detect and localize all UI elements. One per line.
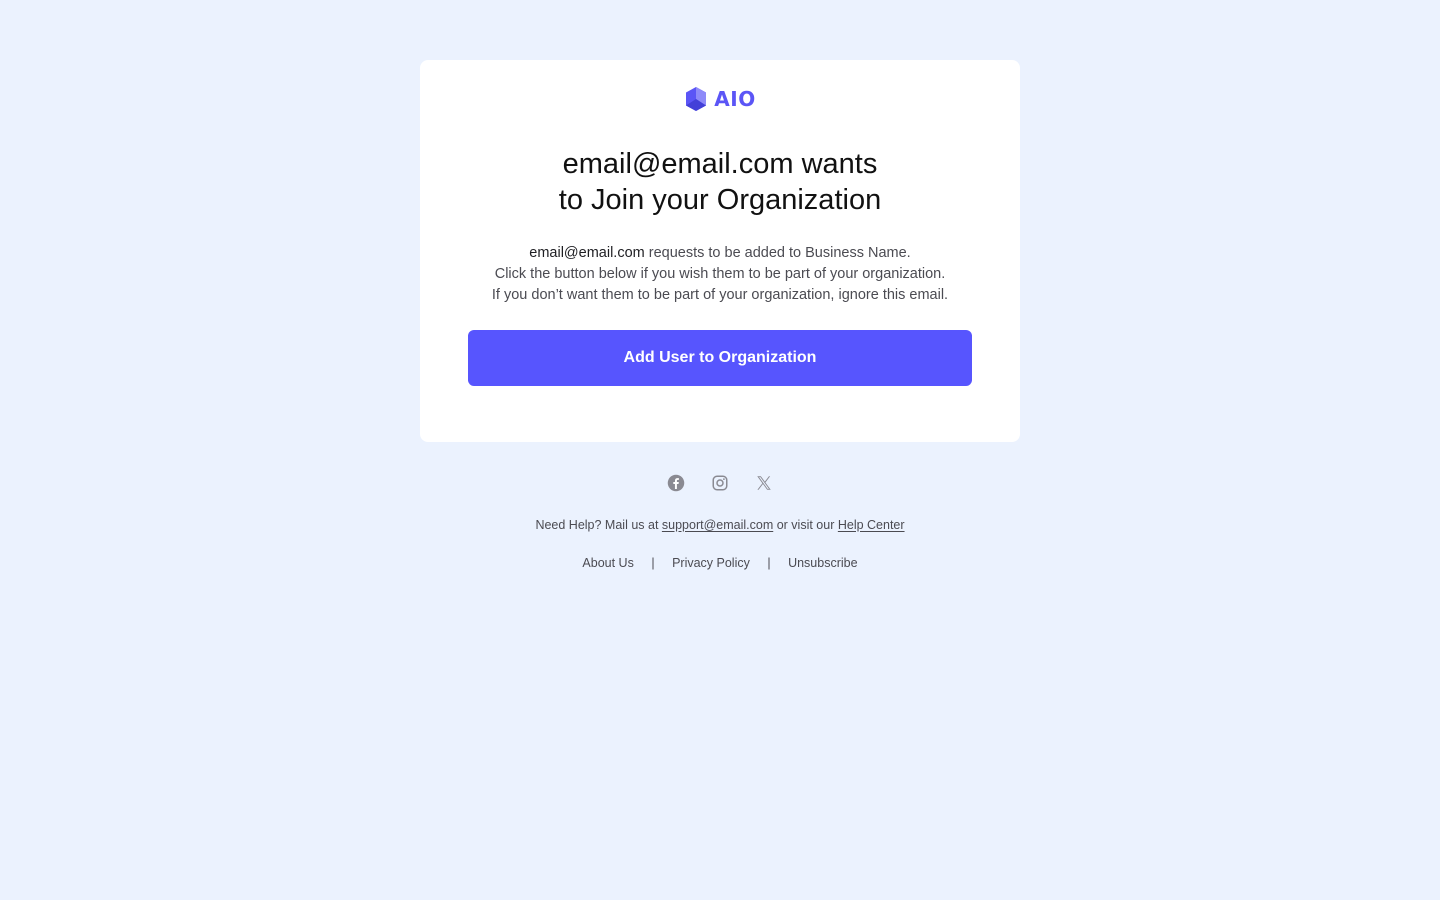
message-line-3: If you don’t want them to be part of you… xyxy=(491,287,949,303)
add-user-button[interactable]: Add User to Organization xyxy=(468,330,972,386)
instagram-icon xyxy=(712,475,728,491)
page-title: email@email.com wants to Join your Organ… xyxy=(420,146,1020,218)
message-line-1: email@email.com requests to be added to … xyxy=(420,243,1020,264)
message-line-2: Click the button below if you wish them … xyxy=(494,266,946,282)
footer-separator: | xyxy=(651,556,655,570)
title-line-1: email@email.com wants xyxy=(562,148,878,180)
title-line-2: to Join your Organization xyxy=(558,184,882,216)
brand-name: AIO xyxy=(714,87,756,111)
message-line-1-rest: requests to be added to Business Name. xyxy=(644,245,911,261)
about-us-link[interactable]: About Us xyxy=(582,556,633,570)
instagram-link[interactable] xyxy=(710,473,730,493)
help-center-link[interactable]: Help Center xyxy=(838,518,905,532)
email-card: AIO email@email.com wants to Join your O… xyxy=(420,60,1020,442)
x-link[interactable] xyxy=(754,473,774,493)
help-prefix: Need Help? Mail us at xyxy=(535,518,662,532)
help-middle: or visit our xyxy=(773,518,838,532)
brand-logo[interactable]: AIO xyxy=(420,84,1020,114)
aio-logo-icon xyxy=(686,87,707,111)
footer-separator: | xyxy=(767,556,771,570)
footer-links: About Us | Privacy Policy | Unsubscribe xyxy=(0,556,1440,570)
facebook-icon xyxy=(667,474,685,492)
message-body: email@email.com requests to be added to … xyxy=(420,243,1020,306)
privacy-policy-link[interactable]: Privacy Policy xyxy=(672,556,750,570)
social-links xyxy=(0,473,1440,493)
unsubscribe-link[interactable]: Unsubscribe xyxy=(788,556,857,570)
requester-email: email@email.com xyxy=(529,245,645,261)
facebook-link[interactable] xyxy=(666,473,686,493)
x-twitter-icon xyxy=(757,476,771,490)
support-email-link[interactable]: support@email.com xyxy=(662,518,773,532)
help-text: Need Help? Mail us at support@email.com … xyxy=(0,518,1440,532)
